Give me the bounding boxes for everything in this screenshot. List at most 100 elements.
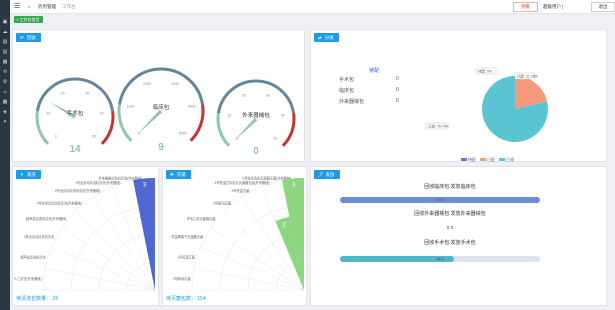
breadcrumb-root[interactable]: 药剂管理 xyxy=(38,4,56,10)
alert-button[interactable]: 预警 xyxy=(513,2,538,12)
gauge-tick xyxy=(222,132,225,134)
gauge-tick xyxy=(41,130,44,132)
gauge-tick xyxy=(233,90,236,92)
gauge-tick xyxy=(98,90,101,92)
issue-item-title: 回收外来器械包 发放外来器械包 xyxy=(414,211,486,217)
gauge-tick xyxy=(226,97,231,101)
polar-category-label: 1号低温灭菌 xyxy=(177,254,195,259)
polar-category-label: 1号全自动清洗机清洗(外来器械) xyxy=(75,180,120,185)
distribute-panel: ⇄ 分发 待配: 0% 已配: 21.26% 已领: 78.74% xyxy=(310,29,607,162)
pie-legend-item[interactable]: 已配 xyxy=(480,157,495,163)
user-icon[interactable]: ☺ xyxy=(2,90,8,95)
clean-footer-label: 待清洗包数量： xyxy=(16,296,52,302)
refresh-icon[interactable]: ⟲ xyxy=(2,70,8,75)
gauge-tick xyxy=(286,135,289,137)
chart-icon[interactable]: ▩ xyxy=(2,100,8,105)
logout-button[interactable]: 退出 xyxy=(591,2,615,12)
gauge-tick xyxy=(46,138,49,141)
gauge-tick xyxy=(195,93,198,95)
gauge-tick-label: 10 xyxy=(227,113,231,117)
user-separator: | xyxy=(562,4,564,9)
pie-legend-item[interactable]: 待配 xyxy=(461,157,476,163)
gauge-tick-label: 40 xyxy=(100,111,104,115)
box-icon[interactable]: ▦ xyxy=(2,60,8,65)
polar-category-label: 3号全自动清洗机清洗 xyxy=(24,234,55,239)
gauge-tick xyxy=(274,88,276,90)
gauge-tick xyxy=(223,135,226,137)
cog-icon[interactable]: ✦ xyxy=(2,120,8,125)
pie-slice-label: 已配: 21.26% xyxy=(517,74,538,79)
distribute-row: 临床包 0 xyxy=(339,87,399,94)
gauge-tick-label: 50 xyxy=(273,137,277,141)
polar-category-label: 超声波清洗机清洗 xyxy=(20,254,46,259)
sterilize-footer: 待灭菌包数： 154 xyxy=(166,295,206,302)
clean-footer-value: 24 xyxy=(52,296,58,302)
polar-bar[interactable] xyxy=(133,178,155,290)
gauge-tick-label: 50 xyxy=(92,135,96,139)
polar-category-label: 3号脉动灭菌 xyxy=(213,200,231,205)
gauge-tick-label: 2000 xyxy=(143,82,151,86)
gauge-tick xyxy=(171,72,173,75)
gauge-tick xyxy=(40,126,45,129)
gauge-tick xyxy=(64,81,66,84)
polar-grid-spoke xyxy=(200,246,305,291)
gauge-tick-label: 5000 xyxy=(179,131,187,135)
polar-category-label: 2号脉动真空灭菌器灭菌(外来器械) xyxy=(242,176,291,181)
sterilize-panel: ✚ 灭菌 2号脉动灭菌 1号低温灭菌 低温等离子灭菌器灭菌 环氧乙烷灭菌器灭菌 3号脉动灭… xyxy=(162,166,307,306)
gauge-tick xyxy=(190,135,193,137)
gauge-tick-label: 20 xyxy=(242,93,246,97)
gauge-tick xyxy=(100,95,105,99)
menu-icon[interactable]: ☰ xyxy=(14,3,20,10)
gauge-tick xyxy=(61,82,63,85)
pie-slice-label: 待配: 0% xyxy=(478,69,492,74)
gauge-tick xyxy=(281,94,284,97)
user-menu[interactable]: 超级用户 | xyxy=(543,4,563,10)
settings-icon[interactable]: ⚙ xyxy=(2,80,8,85)
polar-category-label: 超声波清洗机清洗(外来器械) xyxy=(26,216,66,221)
gauge-tick xyxy=(42,133,45,135)
distribute-row: 手术包 0 xyxy=(339,76,399,83)
distribute-pie-chart: 待配: 0% 已配: 21.26% 已领: 78.74% xyxy=(425,67,548,142)
distribute-row-value: 0 xyxy=(396,98,399,104)
gauge-tick xyxy=(219,112,225,115)
folder-icon[interactable]: ▥ xyxy=(2,50,8,55)
file-icon[interactable]: ▤ xyxy=(2,40,8,45)
home-icon[interactable]: ⌂ xyxy=(28,4,31,10)
pie-legend-item[interactable]: 已领 xyxy=(499,157,514,163)
gauge-tick xyxy=(100,92,103,95)
gauge-tick xyxy=(101,138,104,141)
gauge-value: 9 xyxy=(158,142,164,153)
polar-category-label: 环氧乙烷灭菌器灭菌 xyxy=(187,216,216,221)
gauge-tick xyxy=(279,92,282,94)
pie-slice-label: 已领: 78.74% xyxy=(428,124,449,129)
gauge-tick xyxy=(149,72,151,75)
gauge-tick xyxy=(287,103,290,105)
issue-title-icon: ⤴ xyxy=(318,172,323,177)
dashboard-icon[interactable]: ▣ xyxy=(2,20,8,25)
gauge-tick xyxy=(127,86,133,91)
tab-workbench[interactable]: ▪ 工作台首页 xyxy=(14,16,43,23)
distribute-column-header: 待配 xyxy=(369,68,380,74)
gauge-tick xyxy=(189,84,192,86)
gauge-tick-label: 40 xyxy=(281,113,285,117)
gauge-tick xyxy=(181,76,183,79)
gauge-tick-label: 30 xyxy=(85,91,89,95)
gauge-tick xyxy=(47,92,50,95)
distribute-row-value: 0 xyxy=(396,87,399,93)
gauge-tick xyxy=(107,104,110,106)
gauge-tick xyxy=(230,92,233,94)
gauge-tick xyxy=(130,84,133,86)
issue-progress-label: 9 9 xyxy=(437,197,443,202)
gauge-tick xyxy=(122,121,127,124)
gauge-tick xyxy=(285,100,288,102)
gauge-tick xyxy=(106,101,109,103)
gauge-tick xyxy=(196,126,199,128)
gauge-tick xyxy=(38,110,44,113)
shield-icon[interactable]: ◈ xyxy=(2,110,8,115)
gauge-label: 手术包 xyxy=(67,109,84,117)
gauge-tick xyxy=(268,84,270,87)
gauge-value: 0 xyxy=(253,146,259,157)
gauge-tick xyxy=(281,97,286,101)
gauge-tick xyxy=(48,139,53,144)
cloud-icon[interactable]: ☁ xyxy=(2,30,8,35)
